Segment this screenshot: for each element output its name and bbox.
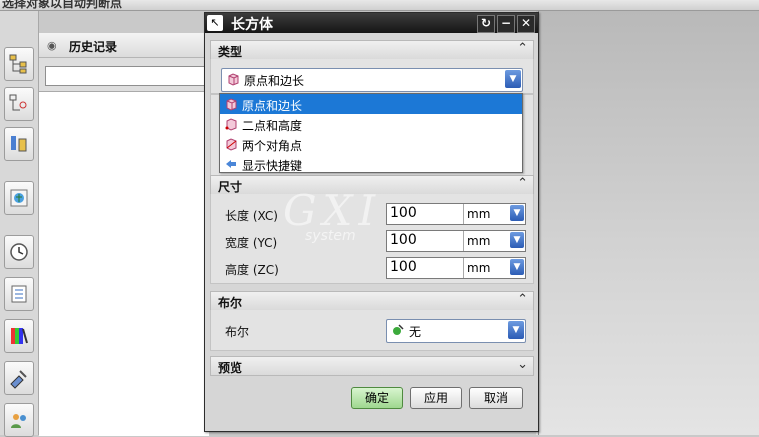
type-select[interactable]: 原点和边长 ▼ xyxy=(221,68,523,92)
dropdown-option-two-points-height[interactable]: 二点和高度 xyxy=(220,114,522,134)
preview-section-header[interactable]: 预览 ⌄ xyxy=(210,356,534,376)
chevron-up-icon[interactable]: ⌃ xyxy=(517,176,528,191)
status-bar: 选择对象以自动判断点 xyxy=(0,0,759,11)
assembly-navigator-button[interactable] xyxy=(4,47,34,81)
length-input[interactable]: 100 mm ▼ xyxy=(386,203,526,225)
reset-button[interactable]: ↻ xyxy=(477,15,495,33)
history-panel-header: ◉ 历史记录 xyxy=(39,33,209,58)
type-select-value: 原点和边长 xyxy=(244,74,305,88)
clock-icon xyxy=(10,243,28,261)
color-palette-icon xyxy=(11,328,28,344)
part-navigator-icon xyxy=(11,136,27,152)
chevron-up-icon[interactable]: ⌃ xyxy=(517,292,528,307)
constraint-navigator-button[interactable] xyxy=(4,87,34,121)
field-separator xyxy=(463,258,464,278)
resource-bar xyxy=(0,11,39,437)
height-value: 100 xyxy=(390,259,417,275)
boolean-section-body: 布尔 无 ▼ xyxy=(210,310,534,351)
part-navigator-button[interactable] xyxy=(4,127,34,161)
length-unit: mm xyxy=(467,207,491,221)
width-unit: mm xyxy=(467,234,491,248)
globe-icon xyxy=(10,189,28,207)
width-label: 宽度 (YC) xyxy=(225,236,278,250)
roles-button[interactable] xyxy=(4,403,34,437)
height-unit: mm xyxy=(467,261,491,275)
dropdown-option-two-diagonal-points[interactable]: 两个对角点 xyxy=(220,134,522,154)
arrow-left-icon xyxy=(224,157,238,174)
web-browser-button[interactable] xyxy=(4,181,34,215)
field-separator xyxy=(463,231,464,251)
block-icon xyxy=(226,72,240,89)
boolean-none-icon xyxy=(391,323,405,340)
dropdown-option-label: 二点和高度 xyxy=(242,119,303,133)
width-input[interactable]: 100 mm ▼ xyxy=(386,230,526,252)
preview-section-label: 预览 xyxy=(218,361,243,375)
history-list[interactable] xyxy=(39,91,209,436)
process-studio-button[interactable] xyxy=(4,361,34,395)
two-points-block-icon xyxy=(224,117,238,134)
boolean-select-value: 无 xyxy=(409,325,422,339)
length-value: 100 xyxy=(390,205,417,221)
width-value: 100 xyxy=(390,232,417,248)
list-panel-icon xyxy=(11,285,27,303)
boolean-select[interactable]: 无 ▼ xyxy=(386,319,526,343)
type-section-body: 原点和边长 ▼ xyxy=(210,59,534,94)
status-prompt: 选择对象以自动判断点 xyxy=(2,0,123,10)
select-arrow-icon[interactable]: ↖ xyxy=(207,15,223,31)
user-roles-icon xyxy=(11,414,26,428)
constraint-icon xyxy=(9,94,27,111)
dropdown-option-label: 两个对角点 xyxy=(242,139,303,153)
dialog-titlebar[interactable]: ↖ 长方体 ↻ − ✕ xyxy=(205,13,538,33)
close-button[interactable]: ✕ xyxy=(517,15,535,33)
chevron-up-icon[interactable]: ⌃ xyxy=(517,41,528,56)
pin-icon[interactable]: ◉ xyxy=(47,39,57,52)
chevron-down-icon[interactable]: ▼ xyxy=(508,321,524,339)
dimensions-section-label: 尺寸 xyxy=(218,180,243,194)
chevron-down-icon[interactable]: ▼ xyxy=(505,70,521,88)
field-separator xyxy=(463,204,464,224)
collapse-button[interactable]: − xyxy=(497,15,515,33)
history-panel-title: 历史记录 xyxy=(69,40,118,54)
history-panel: ◉ 历史记录 xyxy=(39,33,209,436)
chevron-down-icon[interactable]: ▼ xyxy=(510,205,524,221)
type-section-header[interactable]: 类型 ⌃ xyxy=(210,40,534,60)
diagonal-block-icon xyxy=(224,137,238,154)
boolean-section-label: 布尔 xyxy=(218,296,243,310)
dropdown-option-label: 原点和边长 xyxy=(242,99,303,113)
cancel-button[interactable]: 取消 xyxy=(469,387,523,409)
block-icon xyxy=(224,97,238,114)
graphics-window[interactable] xyxy=(536,11,759,435)
history-search-input[interactable] xyxy=(45,66,207,86)
boolean-section-header[interactable]: 布尔 ⌃ xyxy=(210,291,534,311)
chevron-down-icon[interactable]: ⌄ xyxy=(517,357,528,372)
length-label: 长度 (XC) xyxy=(225,209,278,223)
height-input[interactable]: 100 mm ▼ xyxy=(386,257,526,279)
assembly-tree-icon xyxy=(9,54,27,74)
height-label: 高度 (ZC) xyxy=(225,263,279,277)
type-dropdown-list[interactable]: 原点和边长 二点和高度 两个对角点 显示快捷键 xyxy=(219,93,523,173)
system-materials-button[interactable] xyxy=(4,277,34,311)
watermark-subtext: system xyxy=(305,228,356,244)
chevron-down-icon[interactable]: ▼ xyxy=(510,232,524,248)
chevron-down-icon[interactable]: ▼ xyxy=(510,259,524,275)
history-button[interactable] xyxy=(4,235,34,269)
dropdown-option-show-shortcuts[interactable]: 显示快捷键 xyxy=(220,154,522,174)
dropdown-option-label: 显示快捷键 xyxy=(242,159,303,173)
tools-icon xyxy=(10,370,27,389)
palette-button[interactable] xyxy=(4,319,34,353)
ok-button[interactable]: 确定 xyxy=(351,387,403,409)
boolean-label: 布尔 xyxy=(225,325,250,339)
dropdown-option-origin-and-edge[interactable]: 原点和边长 xyxy=(220,94,522,114)
type-section-label: 类型 xyxy=(218,45,243,59)
dialog-title: 长方体 xyxy=(231,17,273,33)
apply-button[interactable]: 应用 xyxy=(410,387,462,409)
